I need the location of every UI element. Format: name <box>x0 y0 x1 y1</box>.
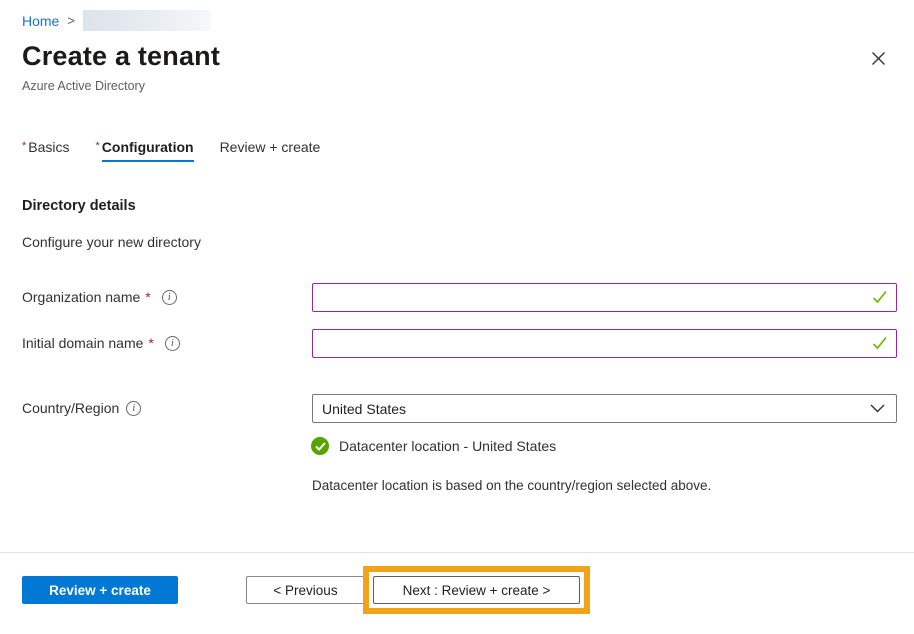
success-check-icon <box>311 437 329 455</box>
initial-domain-name-label: Initial domain name * i <box>22 335 180 351</box>
wizard-tab-list: * Basics * Configuration Review + create <box>22 139 346 162</box>
section-description: Configure your new directory <box>22 234 201 250</box>
tab-review-create[interactable]: Review + create <box>220 139 321 162</box>
country-region-label: Country/Region i <box>22 400 141 416</box>
info-icon[interactable]: i <box>165 336 180 351</box>
breadcrumb-home-link[interactable]: Home <box>22 13 59 29</box>
initial-domain-name-input[interactable] <box>312 329 897 358</box>
info-icon[interactable]: i <box>162 290 177 305</box>
required-asterisk: * <box>96 140 100 152</box>
close-icon[interactable] <box>866 46 890 70</box>
tab-review-create-label: Review + create <box>220 139 321 162</box>
review-create-button[interactable]: Review + create <box>22 576 178 604</box>
required-asterisk: * <box>148 335 153 351</box>
tab-basics-label: Basics <box>28 139 69 162</box>
organization-name-label: Organization name * i <box>22 289 177 305</box>
section-heading: Directory details <box>22 198 136 214</box>
tab-configuration[interactable]: * Configuration <box>96 139 194 162</box>
info-icon[interactable]: i <box>126 401 141 416</box>
datacenter-status: Datacenter location - United States <box>311 437 556 455</box>
next-review-create-button[interactable]: Next : Review + create > <box>373 576 580 604</box>
checkmark-icon <box>872 336 888 350</box>
organization-name-input[interactable] <box>312 283 897 312</box>
page-title: Create a tenant <box>22 41 220 72</box>
previous-button[interactable]: < Previous <box>246 576 365 604</box>
organization-name-field-wrap <box>312 283 897 312</box>
checkmark-icon <box>872 290 888 304</box>
required-asterisk: * <box>22 140 26 152</box>
chevron-down-icon <box>870 404 885 413</box>
datacenter-status-text: Datacenter location - United States <box>339 438 556 454</box>
required-asterisk: * <box>145 289 150 305</box>
create-tenant-page: Home > Create a tenant Azure Active Dire… <box>0 0 914 634</box>
footer-divider <box>0 552 914 553</box>
tab-configuration-label: Configuration <box>102 139 194 162</box>
country-region-select[interactable]: United States <box>312 394 897 423</box>
breadcrumb-separator: > <box>67 13 75 28</box>
breadcrumb-current-redacted <box>83 10 211 31</box>
country-region-selected-value: United States <box>322 401 406 417</box>
initial-domain-name-field-wrap <box>312 329 897 358</box>
page-subtitle: Azure Active Directory <box>22 79 145 93</box>
tab-basics[interactable]: * Basics <box>22 139 70 162</box>
annotation-highlight-box: Next : Review + create > <box>363 566 590 614</box>
breadcrumb: Home > <box>22 10 211 31</box>
datacenter-note: Datacenter location is based on the coun… <box>312 478 711 493</box>
